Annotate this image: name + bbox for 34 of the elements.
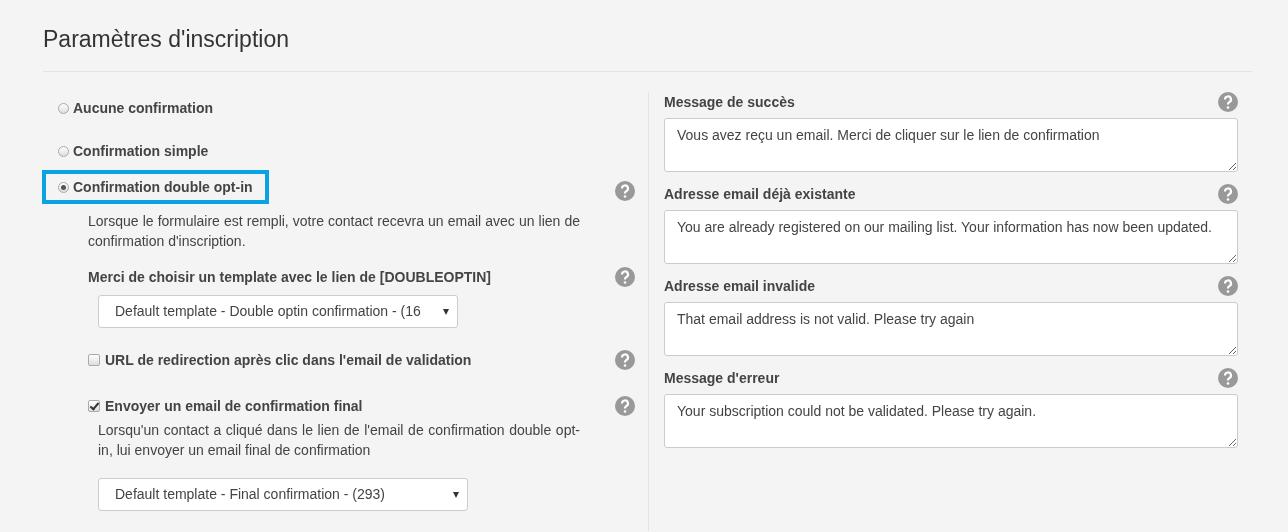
- help-icon[interactable]: [1218, 184, 1238, 204]
- page-title: Paramètres d'inscription: [43, 0, 1252, 72]
- checkbox[interactable]: [88, 400, 100, 412]
- help-icon[interactable]: [1218, 368, 1238, 388]
- caret-icon: [453, 492, 459, 498]
- checkbox-label[interactable]: URL de redirection après clic dans l'email de validation: [105, 352, 615, 368]
- checkbox[interactable]: [88, 354, 100, 366]
- checkbox-label[interactable]: Envoyer un email de confirmation final: [105, 398, 615, 414]
- help-icon[interactable]: [1218, 276, 1238, 296]
- help-icon[interactable]: [615, 350, 635, 370]
- message-field[interactable]: That email address is not valid. Please try again: [664, 302, 1238, 356]
- message-field[interactable]: Your subscription could not be validated. Please try again.: [664, 394, 1238, 448]
- radio-button[interactable]: [58, 145, 69, 157]
- message-field[interactable]: You are already registered on our mailing list. Your information has now been updated.: [664, 210, 1238, 264]
- template-select[interactable]: Default template - Double optin confirmation - (16: [98, 295, 458, 328]
- template-label: Merci de choisir un template avec le lien de [DOUBLEOPTIN]: [88, 269, 491, 285]
- description-text: Lorsque le formulaire est rempli, votre contact recevra un email avec un lien de confirmation d'inscription.: [88, 212, 580, 251]
- description-text: Lorsqu'un contact a cliqué dans le lien de l'email de confirmation double opt-in, lui envoyer un email final de confirmation: [98, 421, 580, 460]
- field-label: Adresse email déjà existante: [664, 186, 856, 202]
- field-label: Message d'erreur: [664, 370, 780, 386]
- field-label: Adresse email invalide: [664, 278, 815, 294]
- help-icon[interactable]: [615, 267, 635, 287]
- help-icon[interactable]: [615, 181, 635, 201]
- help-icon[interactable]: [1218, 92, 1238, 112]
- radio-button[interactable]: [58, 181, 69, 193]
- field-label: Message de succès: [664, 94, 795, 110]
- option-label[interactable]: Aucune confirmation: [73, 100, 213, 116]
- caret-icon: [443, 309, 449, 315]
- option-label[interactable]: Confirmation double opt-in: [73, 179, 253, 195]
- message-field[interactable]: Vous avez reçu un email. Merci de cliquer sur le lien de confirmation: [664, 118, 1238, 172]
- template-select[interactable]: Default template - Final confirmation - (293): [98, 478, 468, 511]
- help-icon[interactable]: [615, 396, 635, 416]
- radio-button[interactable]: [58, 102, 69, 114]
- option-label[interactable]: Confirmation simple: [73, 143, 209, 159]
